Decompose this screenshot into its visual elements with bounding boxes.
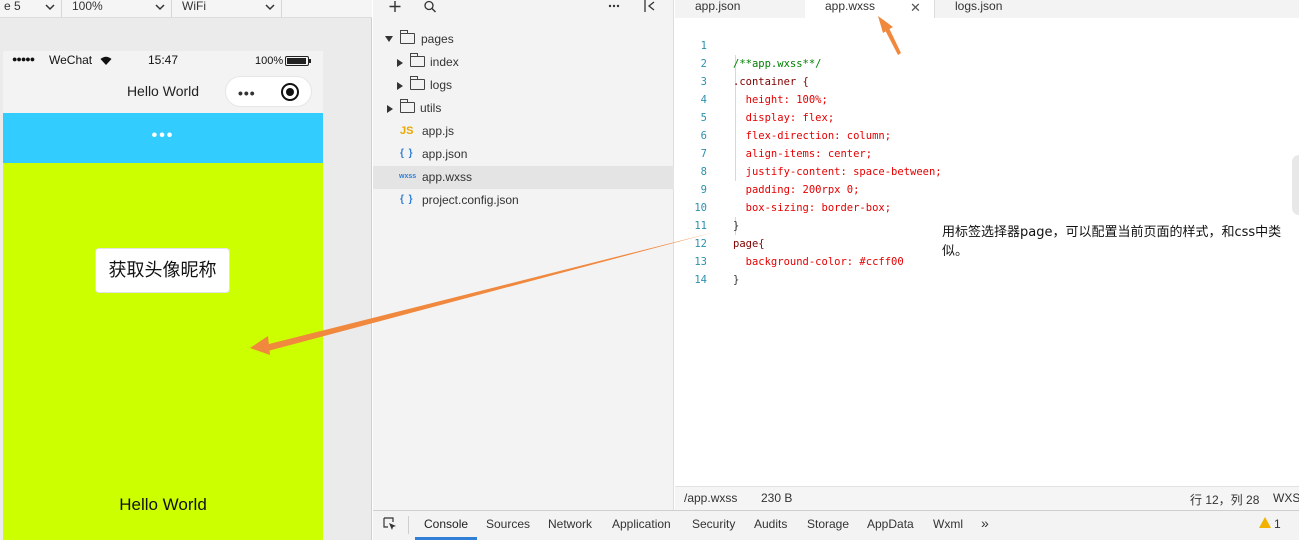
tab-label: logs.json [955, 0, 1003, 13]
tree-item-pages[interactable]: pages [373, 28, 674, 51]
phone-screen: ●●●●● WeChat 15:47 100% Hello World ••• … [3, 51, 323, 540]
file-size: 230 B [761, 491, 793, 505]
tree-item-label: app.json [422, 147, 468, 161]
devtools-bar: Console Sources Network Application Secu… [373, 510, 1299, 540]
tab-sources[interactable]: Sources [486, 517, 530, 531]
file-explorer: pages index logs utils JS app.js { } app… [373, 0, 674, 510]
battery-percent: 100% [255, 55, 284, 67]
editor-scrollbar[interactable] [1292, 155, 1299, 215]
folder-icon [410, 53, 425, 67]
add-file-icon[interactable] [388, 0, 402, 14]
network-select[interactable]: WiFi [172, 0, 282, 17]
hello-world-text: Hello World [119, 495, 207, 514]
code-line: 6 align-items: center; [675, 109, 1299, 160]
toolbar-separator [408, 516, 409, 534]
simulator-panel: e 5 100% WiFi ●●●●● WeChat 15:47 100% He… [0, 0, 372, 540]
more-options-icon[interactable] [607, 0, 621, 14]
annotation-text: 用标签选择器page，可以配置当前页面的样式，和css中类似。 [942, 225, 1282, 259]
tree-item-app-wxss[interactable]: wxss app.wxss [373, 166, 674, 189]
caret-down-icon [385, 36, 393, 42]
cursor-position[interactable]: 行 12，列 28 [1190, 491, 1259, 508]
tab-console[interactable]: Console [424, 517, 468, 531]
simulator-toolbar: e 5 100% WiFi [0, 0, 372, 18]
tree-item-label: app.wxss [422, 170, 473, 184]
file-path: /app.wxss [684, 491, 738, 505]
folder-icon [400, 30, 415, 44]
more-tabs-icon[interactable]: » [981, 515, 989, 531]
editor-status-bar: /app.wxss 230 B 行 12，列 28 WXS [675, 486, 1299, 510]
warning-count: 1 [1274, 517, 1281, 531]
tab-app-json[interactable]: app.json [675, 0, 805, 18]
code-line: 10 } [675, 181, 1299, 232]
explorer-toolbar [373, 0, 674, 18]
loading-band: ••• [3, 113, 323, 163]
tab-wxml[interactable]: Wxml [933, 517, 963, 531]
inspect-element-icon[interactable] [383, 517, 397, 531]
js-file-icon: JS [400, 125, 414, 137]
search-icon[interactable] [423, 0, 437, 14]
language-mode[interactable]: WXS [1273, 491, 1299, 505]
tree-item-label: app.js [422, 124, 455, 138]
code-line: 3 height: 100%; [675, 55, 1299, 106]
warning-icon[interactable] [1259, 517, 1271, 528]
folder-icon [410, 76, 425, 90]
tab-network[interactable]: Network [548, 517, 592, 531]
code-line: 1 /**app.wxss**/ [675, 19, 1299, 70]
code-line: 2 .container { [675, 37, 1299, 88]
tree-item-project-config-json[interactable]: { } project.config.json [373, 189, 674, 212]
tree-item-label: utils [420, 101, 442, 115]
more-dots-icon[interactable]: ••• [238, 85, 256, 101]
wxss-file-icon: wxss [399, 173, 417, 180]
zoom-select[interactable]: 100% [62, 0, 172, 17]
battery-icon [285, 56, 311, 66]
phone-status-bar: ●●●●● WeChat 15:47 100% [3, 51, 323, 71]
loading-dots-icon: ••• [151, 127, 175, 144]
code-line: 4 display: flex; [675, 73, 1299, 124]
caret-right-icon [397, 59, 403, 67]
chevron-down-icon [45, 4, 55, 11]
tab-storage[interactable]: Storage [807, 517, 849, 531]
json-file-icon: { } [400, 148, 414, 159]
code-line: 5 flex-direction: column; [675, 91, 1299, 142]
tree-item-label: pages [421, 32, 454, 46]
json-file-icon: { } [400, 194, 414, 205]
tree-item-label: project.config.json [422, 193, 519, 207]
tab-label: app.json [695, 0, 741, 13]
caret-right-icon [397, 82, 403, 90]
zoom-select-value: 100% [72, 0, 103, 13]
tab-appdata[interactable]: AppData [867, 517, 914, 531]
tree-item-app-js[interactable]: JS app.js [373, 120, 674, 143]
code-line: 8 padding: 200rpx 0; [675, 145, 1299, 196]
network-select-value: WiFi [182, 0, 206, 13]
device-select[interactable]: e 5 [0, 0, 62, 17]
tree-item-label: logs [430, 78, 453, 92]
folder-icon [400, 99, 415, 113]
tab-label: app.wxss [825, 0, 876, 13]
device-select-value: e 5 [4, 0, 21, 13]
tree-item-utils[interactable]: utils [373, 97, 674, 120]
code-line: 9 box-sizing: border-box; [675, 163, 1299, 214]
tab-application[interactable]: Application [612, 517, 671, 531]
menu-capsule: ••• [225, 76, 312, 107]
caret-right-icon [387, 105, 393, 113]
code-line: 7 justify-content: space-between; [675, 127, 1299, 178]
tab-audits[interactable]: Audits [754, 517, 787, 531]
tree-item-logs[interactable]: logs [373, 74, 674, 97]
close-tab-icon[interactable]: ✕ [910, 0, 921, 16]
tab-logs-json[interactable]: logs.json [934, 0, 1064, 18]
close-circle-icon[interactable] [281, 83, 299, 101]
chevron-down-icon [155, 4, 165, 11]
editor-tab-bar: app.json app.wxss ✕ logs.json [675, 0, 1299, 18]
tab-security[interactable]: Security [692, 517, 735, 531]
code-line: 11 page{ [675, 199, 1299, 250]
line-text: } [733, 274, 740, 286]
tree-item-index[interactable]: index [373, 51, 674, 74]
line-number: 14 [694, 274, 707, 286]
tree-item-label: index [430, 55, 459, 69]
navigation-bar: Hello World ••• [3, 71, 323, 113]
get-avatar-nickname-button[interactable]: 获取头像昵称 [95, 248, 230, 293]
chevron-down-icon [265, 4, 275, 11]
collapse-panel-icon[interactable] [643, 0, 657, 14]
tree-item-app-json[interactable]: { } app.json [373, 143, 674, 166]
